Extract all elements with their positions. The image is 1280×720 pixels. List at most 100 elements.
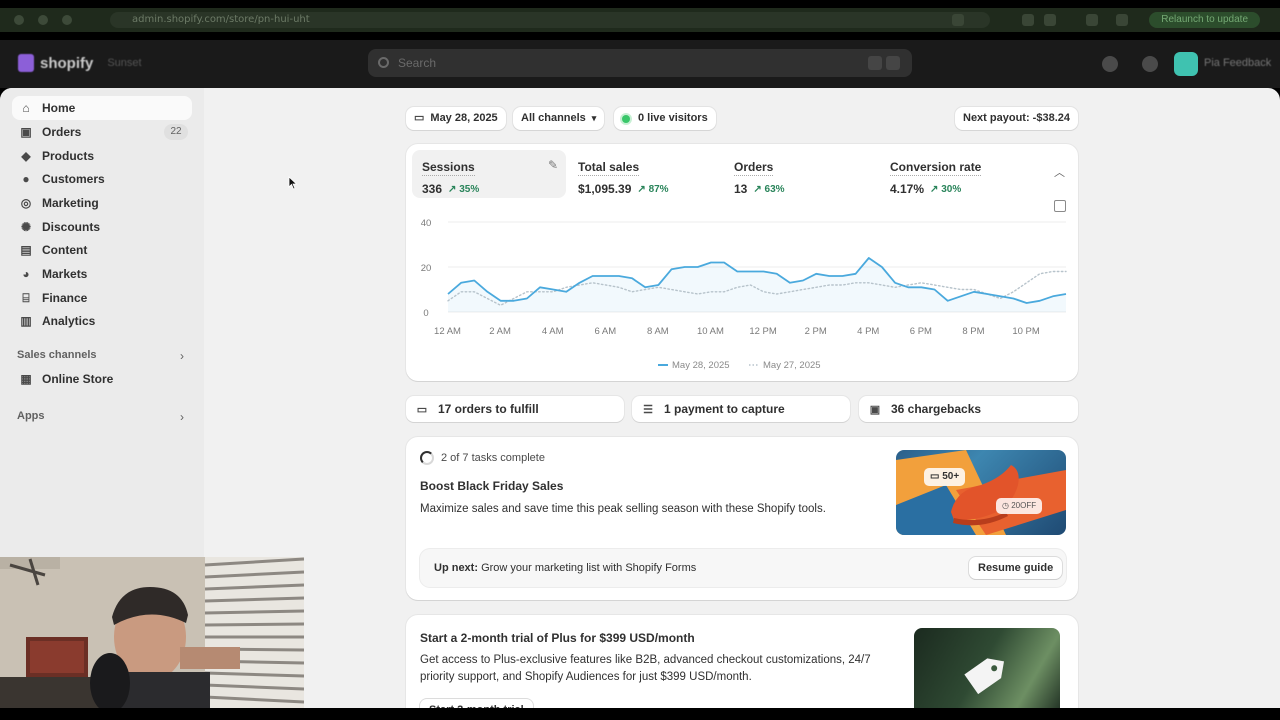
metric-label: Total sales xyxy=(578,160,640,176)
shortcut-key-icon xyxy=(886,56,900,70)
logo-text: shopify xyxy=(40,54,94,72)
sidebar-item-online-store[interactable]: ▦ Online Store xyxy=(12,367,192,391)
metric-delta: ↗ 87% xyxy=(637,183,669,195)
task-progress-label: 2 of 7 tasks complete xyxy=(441,452,545,464)
store-switcher[interactable]: Sunset xyxy=(107,57,141,69)
x-tick-label: 10 PM xyxy=(1012,326,1040,337)
shortcut-key-icon xyxy=(868,56,882,70)
x-tick-label: 10 AM xyxy=(697,326,724,337)
avatar[interactable] xyxy=(1174,52,1198,76)
quick-action-label: 1 payment to capture xyxy=(664,402,785,416)
sidebar-item-products[interactable]: ◆ Products xyxy=(12,144,192,168)
person-icon: ● xyxy=(22,172,30,186)
search-input[interactable]: Search xyxy=(368,49,912,77)
sidebar-item-home[interactable]: ⌂ Home xyxy=(12,96,192,120)
chevron-right-icon[interactable]: › xyxy=(180,349,184,363)
search-placeholder: Search xyxy=(398,56,437,70)
address-bar[interactable]: admin.shopify.com/store/pn-hui-uht xyxy=(110,12,990,28)
discount-icon: ✺ xyxy=(20,220,32,234)
sessions-chart: 0 20 40 12 AM 2 AM 4 AM 6 AM 8 AM 10 AM 12 PM 2 PM… xyxy=(421,218,1067,371)
legend-label-may-27: May 27, 2025 xyxy=(763,360,821,371)
main-content: ▭ May 28, 2025 All channels ▾ 0 live vis… xyxy=(204,88,1280,708)
extension-icon[interactable] xyxy=(952,14,964,26)
up-next-banner: Up next: Grow your marketing list with S… xyxy=(420,549,1066,587)
chargebacks-button[interactable]: ▣ 36 chargebacks xyxy=(859,396,1078,422)
y-tick-label: 0 xyxy=(423,308,428,319)
sidebar-item-label: Customers xyxy=(42,172,105,186)
metric-value: $1,095.39 xyxy=(578,182,632,196)
admin-topbar: shopify Sunset Search Pia Feedback xyxy=(0,40,1280,88)
calendar-icon: ▭ xyxy=(414,112,425,124)
legend-label-may-28: May 28, 2025 xyxy=(672,360,730,371)
target-icon: ◎ xyxy=(20,196,32,210)
tag-icon: ◆ xyxy=(21,149,31,163)
live-dot-icon xyxy=(622,114,630,123)
sales-channels-heading[interactable]: Sales channels xyxy=(17,349,97,361)
quick-action-label: 17 orders to fulfill xyxy=(438,402,539,416)
sidebar-item-label: Discounts xyxy=(42,220,101,234)
apps-heading[interactable]: Apps xyxy=(17,410,45,422)
sidebar-item-analytics[interactable]: ▥ Analytics xyxy=(12,309,192,333)
start-trial-button[interactable]: Start 2-month trial xyxy=(420,699,533,708)
chevron-down-icon: ▾ xyxy=(591,113,597,123)
up-next-text: Up next: Grow your marketing list with S… xyxy=(434,562,697,574)
reload-icon[interactable] xyxy=(62,15,72,25)
sidebar-item-finance[interactable]: ⌸ Finance xyxy=(12,286,192,310)
orders-count-badge: 22 xyxy=(164,124,188,140)
metric-label: Conversion rate xyxy=(890,160,982,176)
series-area-may-28 xyxy=(448,258,1066,312)
x-tick-label: 4 PM xyxy=(857,326,879,337)
sidebar-item-discounts[interactable]: ✺ Discounts xyxy=(12,215,192,239)
metric-sessions[interactable]: Sessions 336 ↗ 35% ✎ xyxy=(412,150,566,198)
forward-icon[interactable] xyxy=(38,15,48,25)
orders-icon: ▣ xyxy=(20,125,32,139)
date-picker-button[interactable]: ▭ May 28, 2025 xyxy=(406,107,506,130)
count-badge: ▭ 50+ xyxy=(924,468,966,486)
channels-dropdown[interactable]: All channels ▾ xyxy=(513,107,605,130)
extension-icon[interactable] xyxy=(1044,14,1056,26)
sidebar-item-content[interactable]: ▤ Content xyxy=(12,238,192,262)
payment-to-capture-button[interactable]: ☰ 1 payment to capture xyxy=(632,396,850,422)
plus-description-line-2: priority support, and Shopify Audiences … xyxy=(420,671,752,683)
metric-label: Orders xyxy=(734,160,774,176)
x-tick-label: 4 AM xyxy=(542,326,564,337)
back-icon[interactable] xyxy=(14,15,24,25)
chevron-up-icon[interactable]: ︿ xyxy=(1054,164,1065,180)
resume-guide-button[interactable]: Resume guide xyxy=(969,557,1063,579)
shopify-logo[interactable]: shopify Sunset xyxy=(18,54,142,72)
x-tick-label: 12 AM xyxy=(434,326,461,337)
search-icon xyxy=(378,57,389,68)
plus-trial-card: Start a 2-month trial of Plus for $399 U… xyxy=(406,615,1078,708)
store-icon: ▦ xyxy=(20,372,32,386)
browser-toolbar: admin.shopify.com/store/pn-hui-uht Relau… xyxy=(0,8,1280,32)
shopify-bag-icon xyxy=(18,54,34,72)
user-name[interactable]: Pia Feedback xyxy=(1204,57,1271,69)
extension-icon[interactable] xyxy=(1022,14,1034,26)
metric-orders[interactable]: Orders 13 ↗ 63% xyxy=(724,150,878,198)
metric-delta: ↗ 30% xyxy=(930,183,962,195)
sidebar-item-label: Marketing xyxy=(42,196,99,210)
x-tick-label: 8 AM xyxy=(647,326,669,337)
extension-icon[interactable] xyxy=(1086,14,1098,26)
date-label: May 28, 2025 xyxy=(430,112,498,124)
webcam-overlay xyxy=(0,557,304,708)
sidebar-item-marketing[interactable]: ◎ Marketing xyxy=(12,191,192,215)
sidekick-icon[interactable] xyxy=(1102,56,1118,72)
sidebar-item-markets[interactable]: ◕ Markets xyxy=(12,262,192,286)
metric-total-sales[interactable]: Total sales $1,095.39 ↗ 87% xyxy=(568,150,722,198)
pencil-icon[interactable]: ✎ xyxy=(548,158,558,172)
quick-action-label: 36 chargebacks xyxy=(891,402,982,416)
inbox-icon: ▭ xyxy=(416,403,428,416)
sidebar-item-orders[interactable]: ▣ Orders 22 xyxy=(12,120,192,144)
notifications-icon[interactable] xyxy=(1142,56,1158,72)
chevron-right-icon[interactable]: › xyxy=(180,410,184,424)
profile-icon[interactable] xyxy=(1116,14,1128,26)
relaunch-button[interactable]: Relaunch to update xyxy=(1149,12,1260,28)
next-payout-button[interactable]: Next payout: -$38.24 xyxy=(955,107,1078,130)
sidebar-item-customers[interactable]: ● Customers xyxy=(12,167,192,191)
home-icon: ⌂ xyxy=(22,101,30,115)
orders-to-fulfill-button[interactable]: ▭ 17 orders to fulfill xyxy=(406,396,624,422)
metric-conversion-rate[interactable]: Conversion rate 4.17% ↗ 30% xyxy=(880,150,1034,198)
sidebar-item-label: Markets xyxy=(42,267,88,281)
live-visitors-button[interactable]: 0 live visitors xyxy=(614,107,716,130)
